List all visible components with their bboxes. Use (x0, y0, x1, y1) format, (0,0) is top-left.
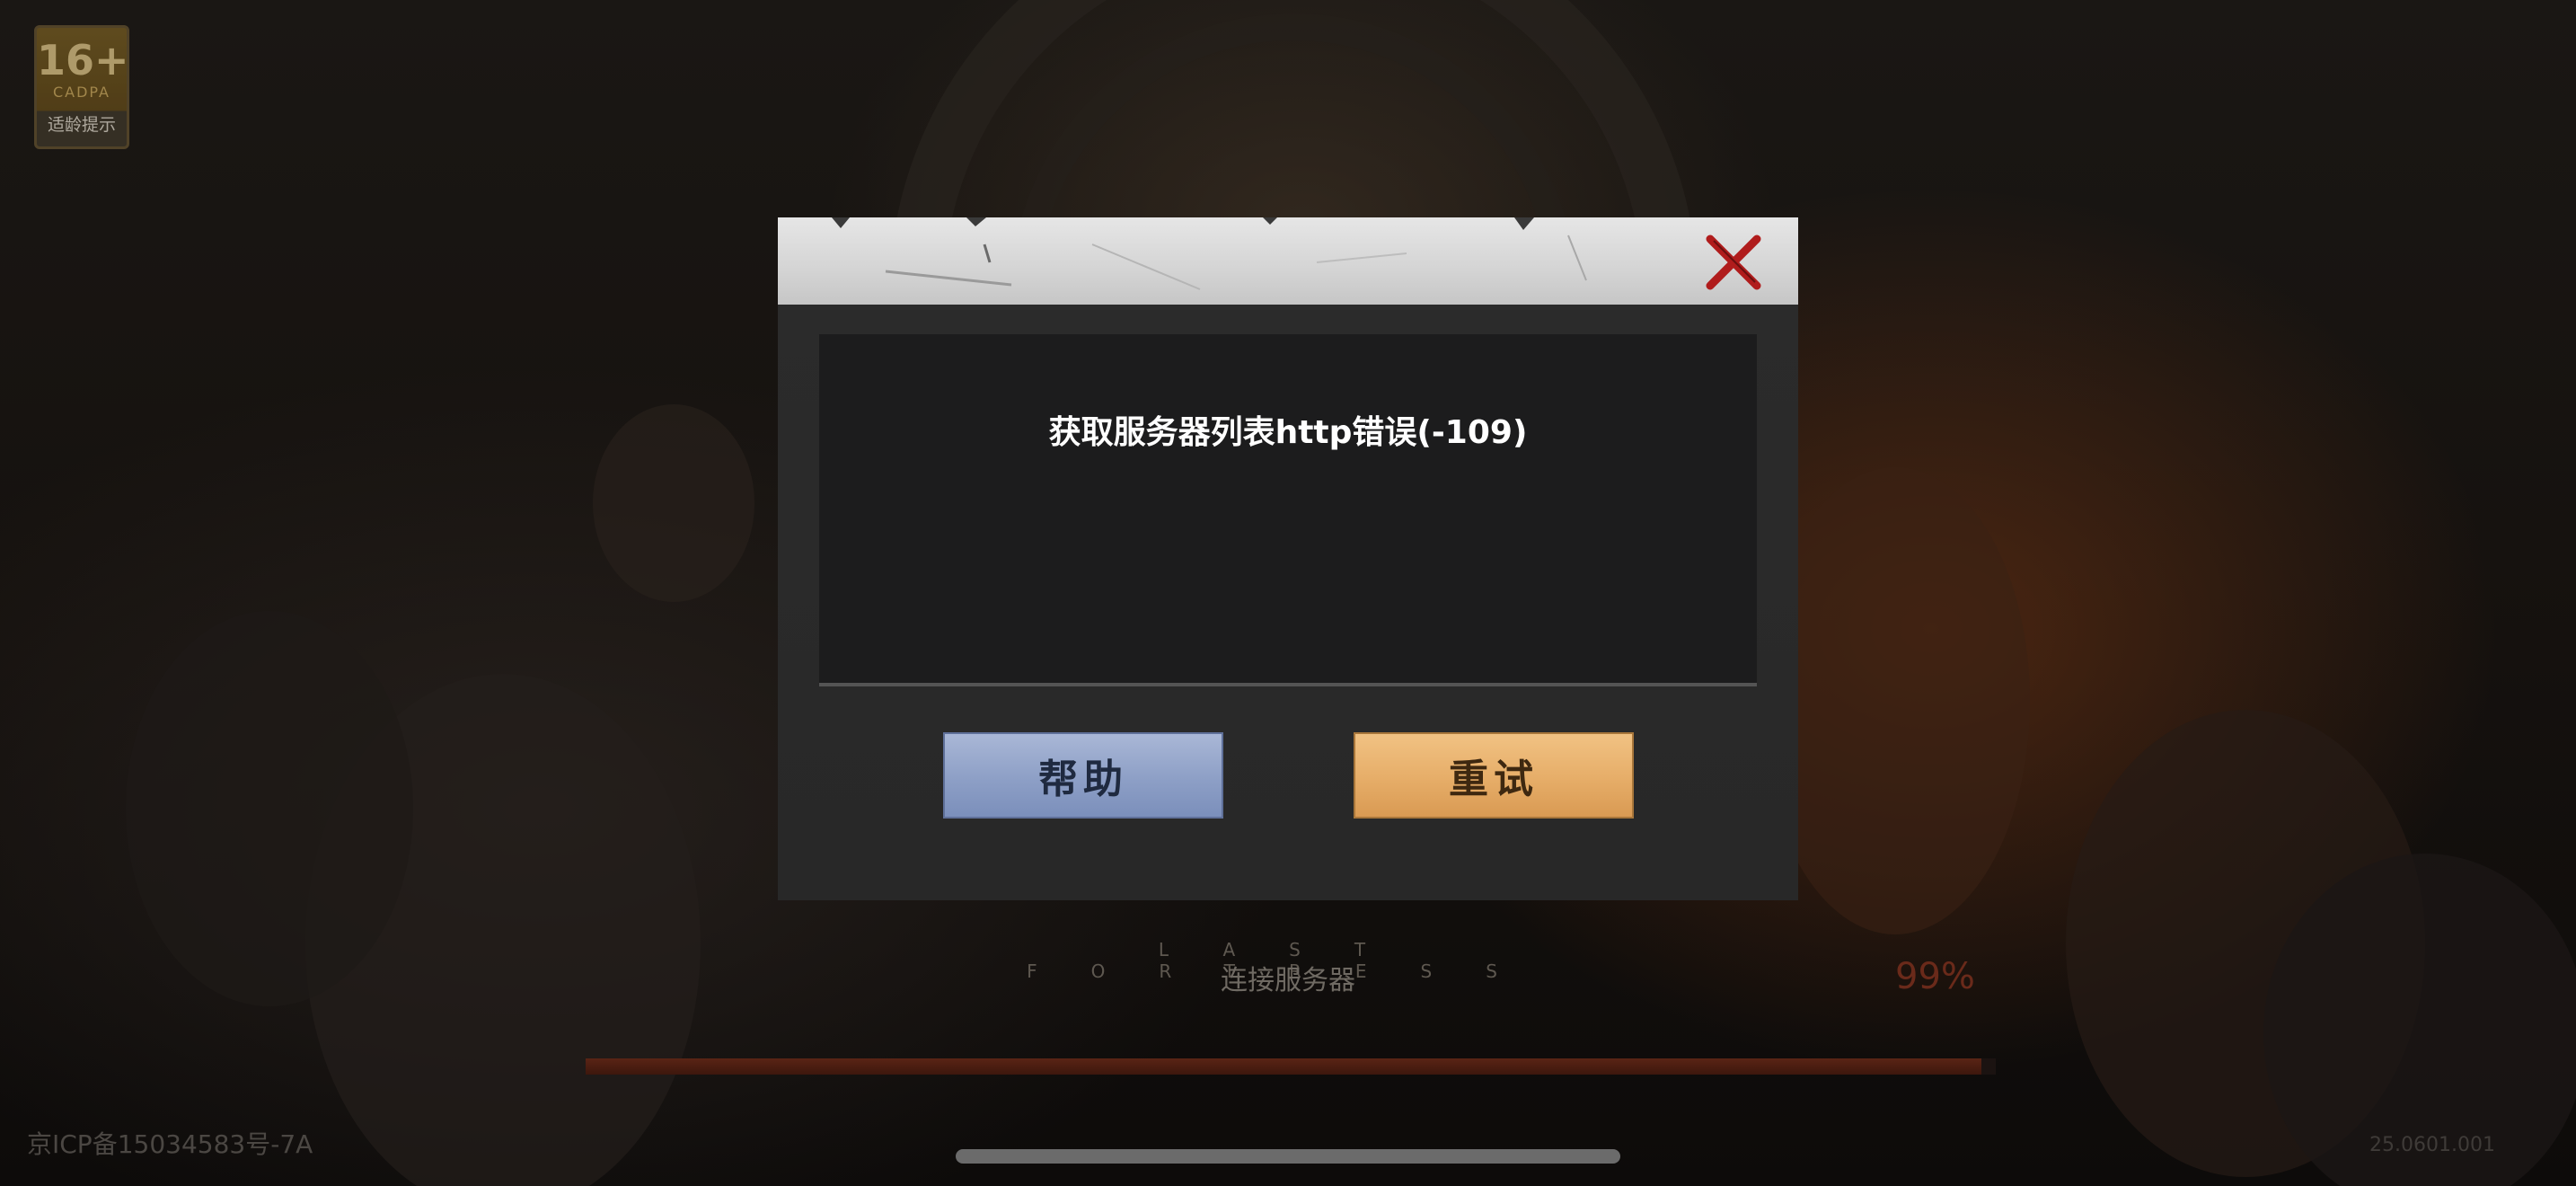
age-rating-number: 16+ (37, 36, 129, 84)
icp-license-text: 京ICP备15034583号-7A (27, 1129, 313, 1159)
close-x-icon (1706, 235, 1761, 290)
error-dialog: 获取服务器列表http错误(-109) 帮助 重试 (778, 217, 1798, 900)
help-button[interactable]: 帮助 (943, 732, 1223, 819)
age-rating-org: CADPA (52, 84, 110, 101)
loading-percent: 99% (1895, 956, 1975, 997)
age-rating-badge[interactable]: 16+ CADPA 适龄提示 (34, 25, 129, 149)
error-message: 获取服务器列表http错误(-109) (1048, 414, 1528, 451)
dialog-body: 获取服务器列表http错误(-109) 帮助 重试 (778, 305, 1798, 900)
loading-progress-fill (586, 1058, 1982, 1075)
loading-progress-bar (586, 1058, 1996, 1075)
retry-button[interactable]: 重试 (1354, 732, 1634, 819)
dialog-header (778, 217, 1798, 305)
game-screen: 16+ CADPA 适龄提示 LAST FORTRESS 连接服务器 99% 京… (0, 0, 2576, 1186)
dialog-header-texture (832, 217, 1587, 290)
loading-status-text: 连接服务器 (1221, 965, 1355, 996)
home-indicator[interactable] (956, 1149, 1620, 1164)
close-button[interactable] (1701, 230, 1766, 295)
version-text: 25.0601.001 (2369, 1134, 2495, 1156)
age-rating-tip: 适龄提示 (47, 115, 116, 135)
message-panel: 获取服务器列表http错误(-109) (819, 334, 1757, 686)
